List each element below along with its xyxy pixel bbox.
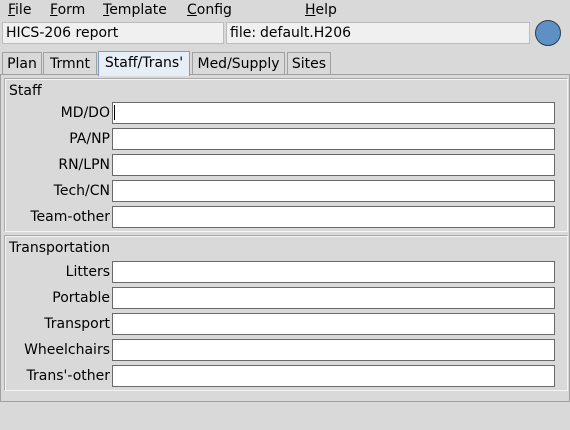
menu-form-mnemonic: F bbox=[50, 2, 58, 18]
md-do-label: MD/DO bbox=[60, 105, 110, 121]
portable-label: Portable bbox=[52, 290, 110, 306]
tab-med-supply[interactable]: Med/Supply bbox=[192, 52, 285, 75]
md-do-input[interactable] bbox=[112, 102, 555, 124]
team-other-label: Team-other bbox=[30, 209, 110, 225]
file-name-text: default.H206 bbox=[260, 25, 352, 41]
tab-sites[interactable]: Sites bbox=[287, 52, 331, 75]
tab-trmnt-label: Trmnt bbox=[49, 56, 90, 72]
menu-file[interactable]: File bbox=[8, 1, 31, 19]
tech-cn-input[interactable] bbox=[112, 180, 555, 202]
status-indicator-light bbox=[535, 20, 561, 46]
menu-form[interactable]: Form bbox=[50, 1, 85, 19]
rn-lpn-label: RN/LPN bbox=[58, 157, 110, 173]
tab-plan-label: Plan bbox=[7, 56, 37, 72]
menu-file-label: ile bbox=[15, 2, 32, 18]
tab-sites-label: Sites bbox=[291, 56, 327, 72]
menu-help-mnemonic: H bbox=[305, 2, 316, 18]
pa-np-input[interactable] bbox=[112, 128, 555, 150]
text-cursor bbox=[114, 105, 115, 120]
transport-input[interactable] bbox=[112, 313, 555, 335]
transportation-group: Transportation Litters Portable Transpor… bbox=[4, 235, 568, 391]
menu-help[interactable]: Help bbox=[305, 1, 337, 19]
menu-bar: File Form Template Config Help bbox=[0, 0, 570, 20]
litters-label: Litters bbox=[65, 264, 110, 280]
tab-plan[interactable]: Plan bbox=[2, 52, 42, 75]
staff-group: Staff MD/DO PA/NP RN/LPN Tech/CN Team-ot… bbox=[4, 78, 568, 232]
menu-template[interactable]: Template bbox=[103, 1, 167, 19]
transport-label: Transport bbox=[44, 316, 110, 332]
md-do-input-wrap bbox=[112, 102, 555, 124]
staff-group-title: Staff bbox=[9, 83, 42, 99]
menu-config[interactable]: Config bbox=[187, 1, 232, 19]
menu-template-label: emplate bbox=[109, 2, 167, 18]
wheelchairs-label: Wheelchairs bbox=[24, 342, 110, 358]
rn-lpn-input[interactable] bbox=[112, 154, 555, 176]
window-footer bbox=[0, 402, 570, 430]
litters-input[interactable] bbox=[112, 261, 555, 283]
wheelchairs-input[interactable] bbox=[112, 339, 555, 361]
file-prefix-label: file: bbox=[230, 25, 257, 41]
transportation-group-title: Transportation bbox=[9, 240, 111, 256]
pa-np-label: PA/NP bbox=[69, 131, 110, 147]
menu-file-mnemonic: F bbox=[8, 2, 16, 18]
tech-cn-label: Tech/CN bbox=[53, 183, 110, 199]
menu-config-label: onfig bbox=[196, 2, 232, 18]
tab-staff-trans-label: Staff/Trans' bbox=[104, 55, 184, 71]
report-title-text: HICS-206 report bbox=[6, 25, 119, 41]
team-other-input[interactable] bbox=[112, 206, 555, 228]
menu-help-label: elp bbox=[315, 2, 337, 18]
tab-trmnt[interactable]: Trmnt bbox=[43, 52, 97, 75]
tab-staff-trans[interactable]: Staff/Trans' bbox=[98, 51, 190, 76]
portable-input[interactable] bbox=[112, 287, 555, 309]
tab-med-supply-label: Med/Supply bbox=[197, 56, 280, 72]
menu-form-label: orm bbox=[57, 2, 86, 18]
tab-panel: Staff MD/DO PA/NP RN/LPN Tech/CN Team-ot… bbox=[0, 74, 570, 402]
trans-other-label: Trans'-other bbox=[26, 368, 110, 384]
trans-other-input[interactable] bbox=[112, 365, 555, 387]
tab-bar: Plan Trmnt Staff/Trans' Med/Supply Sites bbox=[0, 51, 570, 76]
menu-config-mnemonic: C bbox=[187, 2, 197, 18]
report-title-field[interactable]: HICS-206 report bbox=[2, 22, 224, 44]
file-name-field: file: default.H206 bbox=[226, 22, 530, 44]
